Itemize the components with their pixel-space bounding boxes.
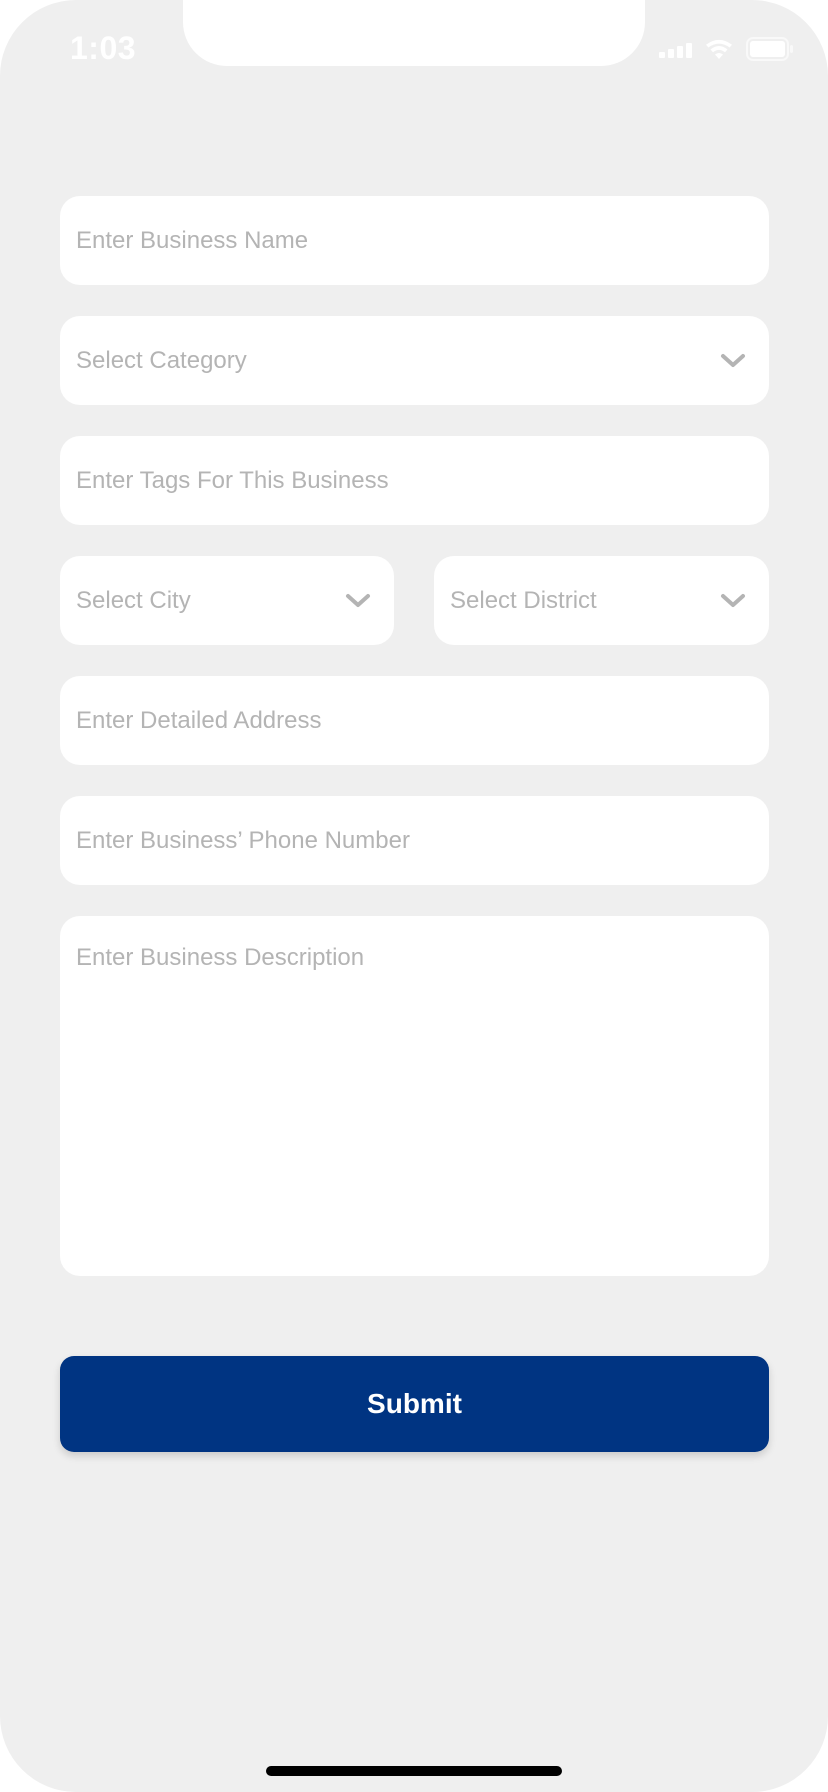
city-select[interactable]: Select City: [60, 556, 394, 645]
status-icons: [659, 36, 794, 62]
phone-placeholder: Enter Business’ Phone Number: [76, 826, 410, 854]
district-placeholder: Select District: [450, 586, 597, 614]
status-time: 1:03: [70, 30, 137, 66]
chevron-down-icon: [344, 592, 372, 610]
phone-input[interactable]: Enter Business’ Phone Number: [60, 796, 769, 885]
cellular-signal-icon: [659, 40, 692, 58]
chevron-down-icon: [719, 352, 747, 370]
business-name-input[interactable]: Enter Business Name: [60, 196, 769, 285]
tags-input[interactable]: Enter Tags For This Business: [60, 436, 769, 525]
district-select[interactable]: Select District: [434, 556, 769, 645]
wifi-icon: [704, 38, 734, 60]
device-notch: [183, 0, 645, 66]
phone-screen: 1:03 Enter Business Name Select Category…: [0, 0, 828, 1792]
description-textarea[interactable]: Enter Business Description: [60, 916, 769, 1276]
tags-placeholder: Enter Tags For This Business: [76, 466, 389, 494]
submit-button-label: Submit: [367, 1388, 462, 1419]
address-input[interactable]: Enter Detailed Address: [60, 676, 769, 765]
submit-button[interactable]: Submit: [60, 1356, 769, 1452]
city-placeholder: Select City: [76, 586, 191, 614]
chevron-down-icon: [719, 592, 747, 610]
battery-icon: [746, 37, 794, 61]
address-placeholder: Enter Detailed Address: [76, 706, 322, 734]
description-placeholder: Enter Business Description: [76, 944, 365, 971]
home-indicator[interactable]: [266, 1766, 562, 1776]
business-name-placeholder: Enter Business Name: [76, 226, 309, 254]
category-placeholder: Select Category: [76, 346, 247, 374]
category-select[interactable]: Select Category: [60, 316, 769, 405]
